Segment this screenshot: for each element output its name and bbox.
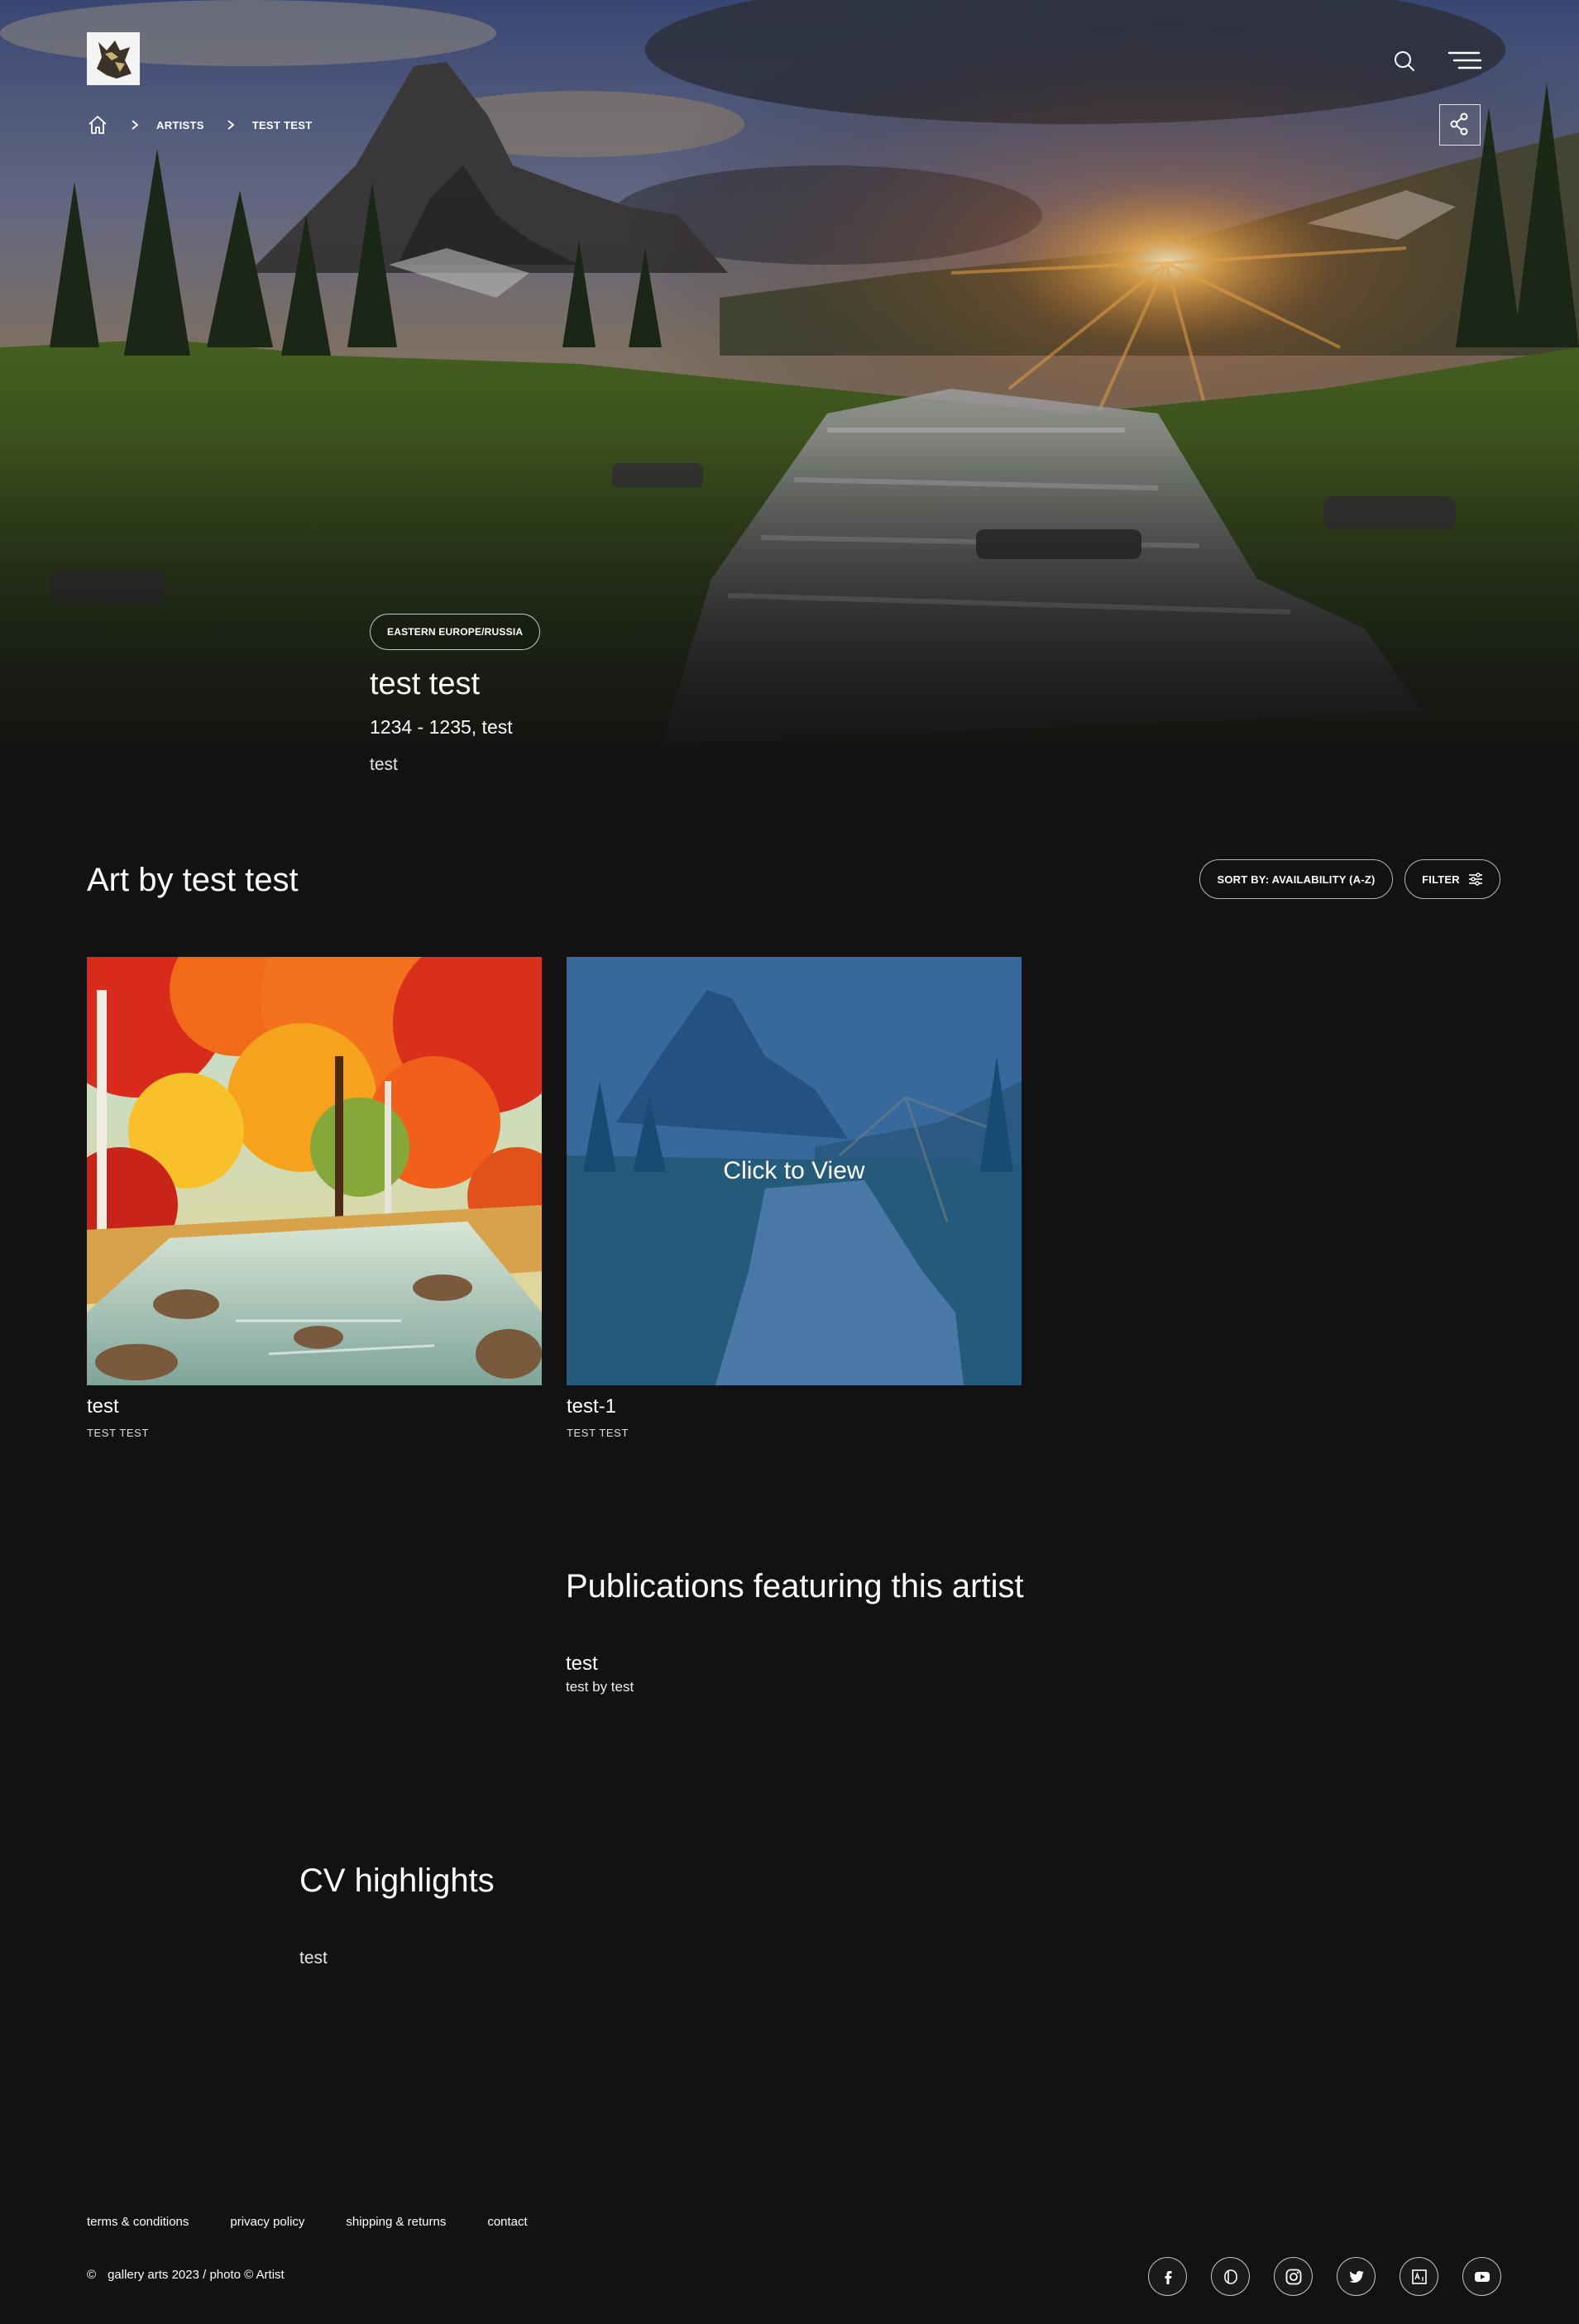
publication-subtitle: test by test	[566, 1679, 634, 1695]
region-tag[interactable]: EASTERN EUROPE/RUSSIA	[370, 614, 541, 650]
search-icon	[1395, 51, 1414, 71]
click-to-view-label: Click to View	[723, 1157, 865, 1184]
instagram-icon	[1285, 2269, 1301, 2284]
chevron-right-icon	[132, 120, 139, 130]
wolf-logo-icon	[87, 32, 140, 85]
twitter-button[interactable]	[1337, 2257, 1376, 2296]
artsy-button[interactable]	[1400, 2257, 1438, 2296]
footer-link-terms[interactable]: terms & conditions	[87, 2215, 189, 2229]
filter-button[interactable]: FILTER	[1404, 859, 1500, 899]
artist-name: test test	[370, 667, 481, 701]
sort-button[interactable]: SORT BY: AVAILABILITY (A-Z)	[1199, 859, 1393, 899]
copyright-text: gallery arts 2023 / photo © Artist	[108, 2268, 285, 2282]
autumn-painting-image	[87, 957, 542, 1385]
dribbble-icon	[1223, 2269, 1237, 2284]
footer-link-privacy[interactable]: privacy policy	[230, 2215, 304, 2229]
facebook-icon	[1165, 2270, 1171, 2284]
copyright-symbol: ©	[87, 2268, 97, 2282]
site-logo[interactable]	[87, 32, 140, 85]
twitter-icon	[1348, 2270, 1364, 2283]
facebook-button[interactable]	[1148, 2257, 1187, 2296]
share-button[interactable]	[1439, 104, 1481, 146]
menu-button[interactable]	[1447, 48, 1484, 73]
artwork-card-image[interactable]	[87, 957, 542, 1385]
artsy-icon	[1411, 2269, 1427, 2284]
cv-title: CV highlights	[299, 1863, 495, 1899]
artwork-artist: TEST TEST	[87, 1427, 149, 1439]
breadcrumb: ARTISTS TEST TEST	[87, 113, 312, 136]
artist-note: test	[370, 755, 398, 774]
copyright: © gallery arts 2023 / photo © Artist	[87, 2268, 285, 2282]
instagram-button[interactable]	[1274, 2257, 1313, 2296]
artwork-title[interactable]: test	[87, 1395, 119, 1418]
youtube-icon	[1474, 2271, 1490, 2282]
breadcrumb-artists-link[interactable]: ARTISTS	[156, 119, 204, 132]
artist-dates: 1234 - 1235, test	[370, 716, 513, 738]
chevron-right-icon	[227, 120, 235, 130]
footer-links: terms & conditions privacy policy shippi…	[87, 2215, 569, 2229]
publications-title: Publications featuring this artist	[566, 1568, 1024, 1604]
youtube-button[interactable]	[1462, 2257, 1501, 2296]
hero-banner: ARTISTS TEST TEST EASTERN EUROPE/RUSSIA …	[0, 0, 1579, 794]
breadcrumb-current: TEST TEST	[251, 118, 313, 132]
cv-text: test	[299, 1949, 328, 1968]
footer-link-contact[interactable]: contact	[487, 2215, 527, 2229]
social-links	[1148, 2257, 1501, 2296]
search-button[interactable]	[1391, 48, 1418, 74]
hamburger-menu-icon	[1447, 51, 1482, 69]
publication-title[interactable]: test	[566, 1652, 598, 1676]
home-icon[interactable]	[87, 114, 108, 136]
sort-label: SORT BY: AVAILABILITY (A-Z)	[1217, 873, 1376, 886]
footer-link-shipping[interactable]: shipping & returns	[346, 2215, 446, 2229]
filter-label: FILTER	[1422, 873, 1460, 886]
share-icon	[1450, 112, 1468, 136]
artwork-card-image[interactable]: Click to View	[567, 957, 1022, 1385]
art-section-title: Art by test test	[87, 862, 299, 898]
sliders-icon	[1468, 873, 1482, 886]
artwork-artist: TEST TEST	[567, 1427, 629, 1439]
artwork-title[interactable]: test-1	[567, 1395, 616, 1418]
dribbble-button[interactable]	[1211, 2257, 1250, 2296]
click-to-view-overlay[interactable]: Click to View	[567, 957, 1022, 1385]
